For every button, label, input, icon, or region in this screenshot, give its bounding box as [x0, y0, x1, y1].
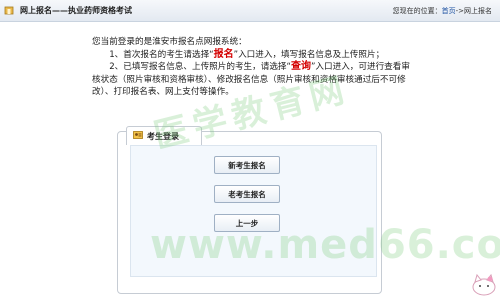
- home-icon: [4, 6, 14, 15]
- intro-line1: 您当前登录的是淮安市报名点网报系统：: [92, 37, 247, 47]
- step1-keyword: 报名: [213, 48, 234, 60]
- breadcrumb-home-link[interactable]: 首页: [442, 7, 456, 15]
- breadcrumb-prefix: 您现在的位置：: [392, 7, 442, 15]
- intro-step1: 1、首次报名的考生请选择“报名”入口进入，填写报名信息及上传照片；: [92, 49, 412, 62]
- back-button[interactable]: 上一步: [214, 214, 280, 232]
- user-card-icon: [133, 131, 143, 139]
- page-title: 网上报名——执业药师资格考试: [20, 6, 132, 15]
- breadcrumb-current: ->网上报名: [455, 7, 492, 15]
- top-bar: 网上报名——执业药师资格考试 您现在的位置：首页->网上报名: [0, 0, 500, 22]
- step1-post: ”入口进入，填写报名信息及上传照片；: [233, 49, 385, 60]
- step1-pre: 1、首次报名的考生请选择“: [109, 49, 214, 60]
- returning-candidate-button[interactable]: 老考生报名: [214, 185, 280, 203]
- breadcrumb: 您现在的位置：首页->网上报名: [393, 6, 492, 16]
- cat-mascot-icon: [472, 273, 496, 296]
- new-candidate-button[interactable]: 新考生报名: [214, 156, 280, 174]
- step2-pre: 2、已填写报名信息、上传照片的考生，请选择“: [109, 62, 291, 73]
- watermark-bottom: www.med66.com: [150, 222, 500, 268]
